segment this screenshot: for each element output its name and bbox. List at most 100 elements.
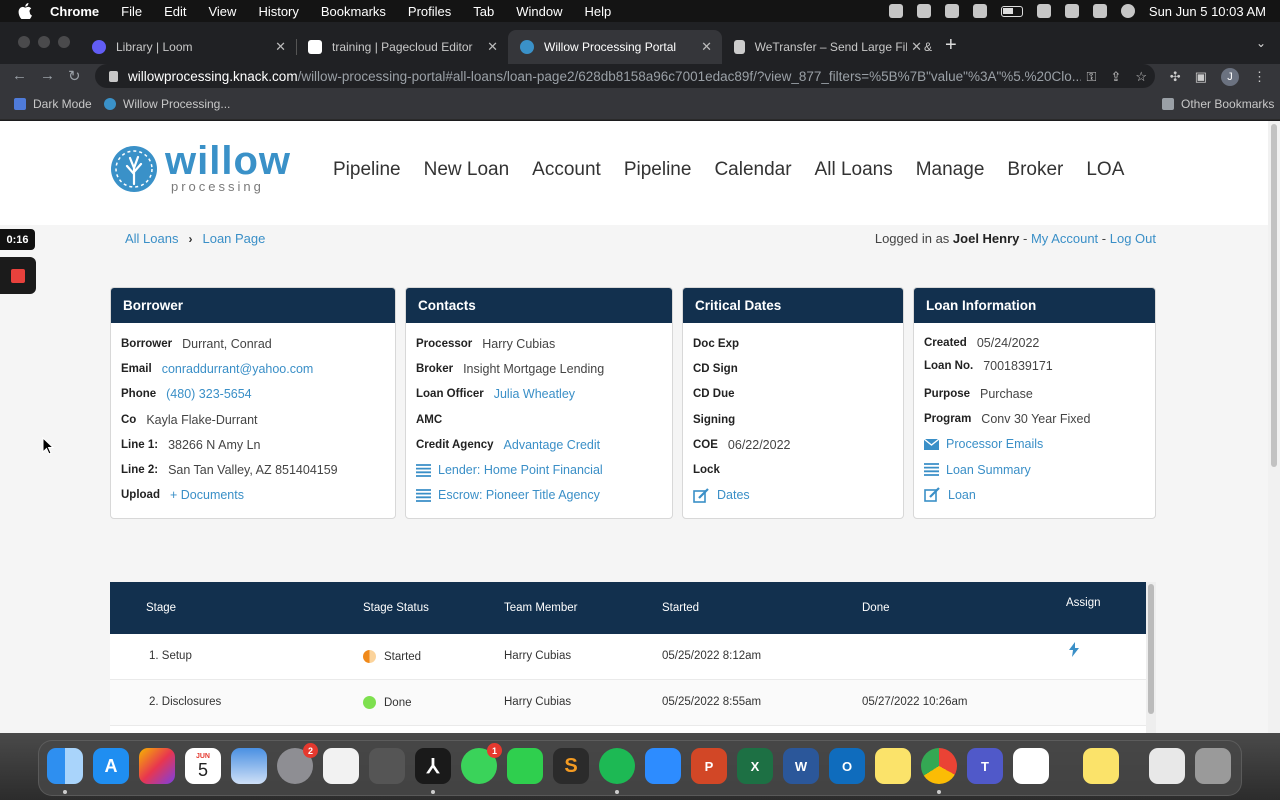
col-done[interactable]: Done	[862, 602, 890, 614]
menu-file[interactable]: File	[121, 4, 142, 19]
calculator-icon[interactable]	[369, 748, 405, 784]
settings-gear-icon[interactable]	[944, 4, 959, 18]
reload-icon[interactable]: ↻	[68, 67, 81, 85]
nav-manage[interactable]: Manage	[916, 159, 985, 181]
menu-bookmarks[interactable]: Bookmarks	[321, 4, 386, 19]
wifi-icon[interactable]	[1036, 4, 1051, 18]
phone-link[interactable]: (480) 323-5654	[166, 387, 251, 401]
processor-emails-link[interactable]: Processor Emails	[946, 437, 1043, 451]
acrobat-icon[interactable]: ⅄	[415, 748, 451, 784]
control-center-icon[interactable]	[1092, 4, 1107, 18]
system-preferences-icon[interactable]: 2	[277, 743, 318, 784]
spotify-icon[interactable]	[599, 748, 635, 784]
tab-pagecloud[interactable]: training | Pagecloud Editor ✕	[296, 30, 508, 64]
logout-link[interactable]: Log Out	[1110, 231, 1156, 246]
finder-icon[interactable]	[47, 748, 83, 784]
credit-agency-link[interactable]: Advantage Credit	[504, 438, 601, 452]
back-arrow-icon[interactable]: ←	[12, 67, 27, 84]
lightning-bolt-icon[interactable]	[1069, 642, 1079, 657]
lender-link[interactable]: Lender: Home Point Financial	[438, 463, 603, 477]
powerpoint-icon[interactable]: P	[691, 748, 727, 784]
other-bookmarks[interactable]: Other Bookmarks	[1162, 97, 1274, 111]
dates-link-row[interactable]: Dates	[693, 483, 893, 508]
siri-icon[interactable]	[1120, 4, 1135, 18]
nav-new-loan[interactable]: New Loan	[424, 159, 510, 181]
notes-stack-icon[interactable]	[1083, 748, 1119, 784]
search-icon[interactable]	[1064, 4, 1079, 18]
rocket-icon[interactable]	[888, 4, 903, 18]
table-scrollbar[interactable]	[1146, 582, 1156, 733]
tab-loom[interactable]: Library | Loom ✕	[80, 30, 297, 64]
menu-app-name[interactable]: Chrome	[50, 4, 99, 19]
battery-icon[interactable]	[1000, 5, 1023, 17]
zoom-window-button[interactable]	[58, 36, 70, 48]
menu-view[interactable]: View	[208, 4, 236, 19]
col-assign[interactable]: Assign	[1066, 597, 1101, 609]
my-account-link[interactable]: My Account	[1031, 231, 1098, 246]
app-store-icon[interactable]: A	[93, 748, 129, 784]
minimize-window-button[interactable]	[38, 36, 50, 48]
bookmark-dark-mode[interactable]: Dark Mode	[14, 97, 92, 111]
nav-account[interactable]: Account	[532, 159, 601, 181]
loan-summary-link[interactable]: Loan Summary	[946, 463, 1031, 477]
nav-loa[interactable]: LOA	[1086, 159, 1124, 181]
clock[interactable]: Sun Jun 5 10:03 AM	[1149, 4, 1266, 19]
slack-icon[interactable]	[1013, 748, 1049, 784]
close-tab-icon[interactable]: ✕	[275, 39, 286, 55]
teams-icon[interactable]: T	[967, 748, 1003, 784]
col-stage[interactable]: Stage	[146, 602, 176, 614]
nav-pipeline-2[interactable]: Pipeline	[624, 159, 692, 181]
breadcrumb-loan-page[interactable]: Loan Page	[202, 231, 265, 246]
close-tab-icon[interactable]: ✕	[487, 39, 498, 55]
lender-link-row[interactable]: Lender: Home Point Financial	[416, 457, 662, 482]
textedit-icon[interactable]	[323, 748, 359, 784]
page-scrollbar-thumb[interactable]	[1271, 124, 1277, 467]
preview-icon[interactable]	[231, 748, 267, 784]
profile-avatar[interactable]: J	[1221, 68, 1239, 86]
close-tab-icon[interactable]: ✕	[701, 39, 712, 55]
bookmark-willow[interactable]: Willow Processing...	[104, 97, 230, 111]
calendar-icon[interactable]: JUN 5	[185, 748, 221, 784]
new-tab-icon[interactable]: +	[945, 34, 957, 57]
extensions-puzzle-icon[interactable]: ✣	[1170, 69, 1181, 85]
facetime-icon[interactable]	[507, 748, 543, 784]
notes-icon[interactable]	[875, 748, 911, 784]
loom-stop-button[interactable]	[0, 257, 36, 294]
upload-documents-link[interactable]: + Documents	[170, 488, 244, 502]
outlook-icon[interactable]: O	[829, 748, 865, 784]
messages-icon[interactable]: 1	[461, 743, 502, 784]
loan-edit-row[interactable]: Loan	[924, 482, 1145, 507]
tab-search-chevron-icon[interactable]: ⌄	[1256, 36, 1266, 50]
nav-calendar[interactable]: Calendar	[714, 159, 791, 181]
address-bar[interactable]: willowprocessing.knack.com/willow-proces…	[95, 64, 1155, 88]
loan-edit-link[interactable]: Loan	[948, 488, 976, 502]
dates-link[interactable]: Dates	[717, 488, 750, 502]
menu-profiles[interactable]: Profiles	[408, 4, 451, 19]
menu-tab[interactable]: Tab	[473, 4, 494, 19]
col-stage-status[interactable]: Stage Status	[363, 602, 429, 614]
bookmark-star-icon[interactable]: ☆	[1135, 69, 1147, 85]
launchpad-icon[interactable]	[139, 748, 175, 784]
willow-logo[interactable]: willow processing	[109, 141, 291, 194]
menu-window[interactable]: Window	[516, 4, 562, 19]
excel-icon[interactable]: X	[737, 748, 773, 784]
processor-emails-row[interactable]: Processor Emails	[924, 432, 1145, 457]
forward-arrow-icon[interactable]: →	[40, 67, 55, 84]
page-scrollbar[interactable]	[1268, 121, 1280, 733]
close-tab-icon[interactable]: ✕	[907, 39, 922, 55]
tab-willow-portal[interactable]: Willow Processing Portal ✕	[508, 30, 722, 64]
nav-pipeline[interactable]: Pipeline	[333, 159, 401, 181]
nav-broker[interactable]: Broker	[1007, 159, 1063, 181]
trash-icon[interactable]	[1195, 748, 1231, 784]
menu-history[interactable]: History	[258, 4, 298, 19]
tab-wetransfer[interactable]: WeTransfer – Send Large Files & ✕	[722, 30, 932, 64]
apple-icon[interactable]	[18, 3, 32, 19]
close-window-button[interactable]	[18, 36, 30, 48]
loan-summary-row[interactable]: Loan Summary	[924, 457, 1145, 482]
escrow-link[interactable]: Escrow: Pioneer Title Agency	[438, 488, 600, 502]
downloads-stack-icon[interactable]	[1149, 748, 1185, 784]
sublime-text-icon[interactable]: S	[553, 748, 589, 784]
word-icon[interactable]: W	[783, 748, 819, 784]
nav-all-loans[interactable]: All Loans	[815, 159, 893, 181]
lock-icon[interactable]	[109, 70, 118, 82]
